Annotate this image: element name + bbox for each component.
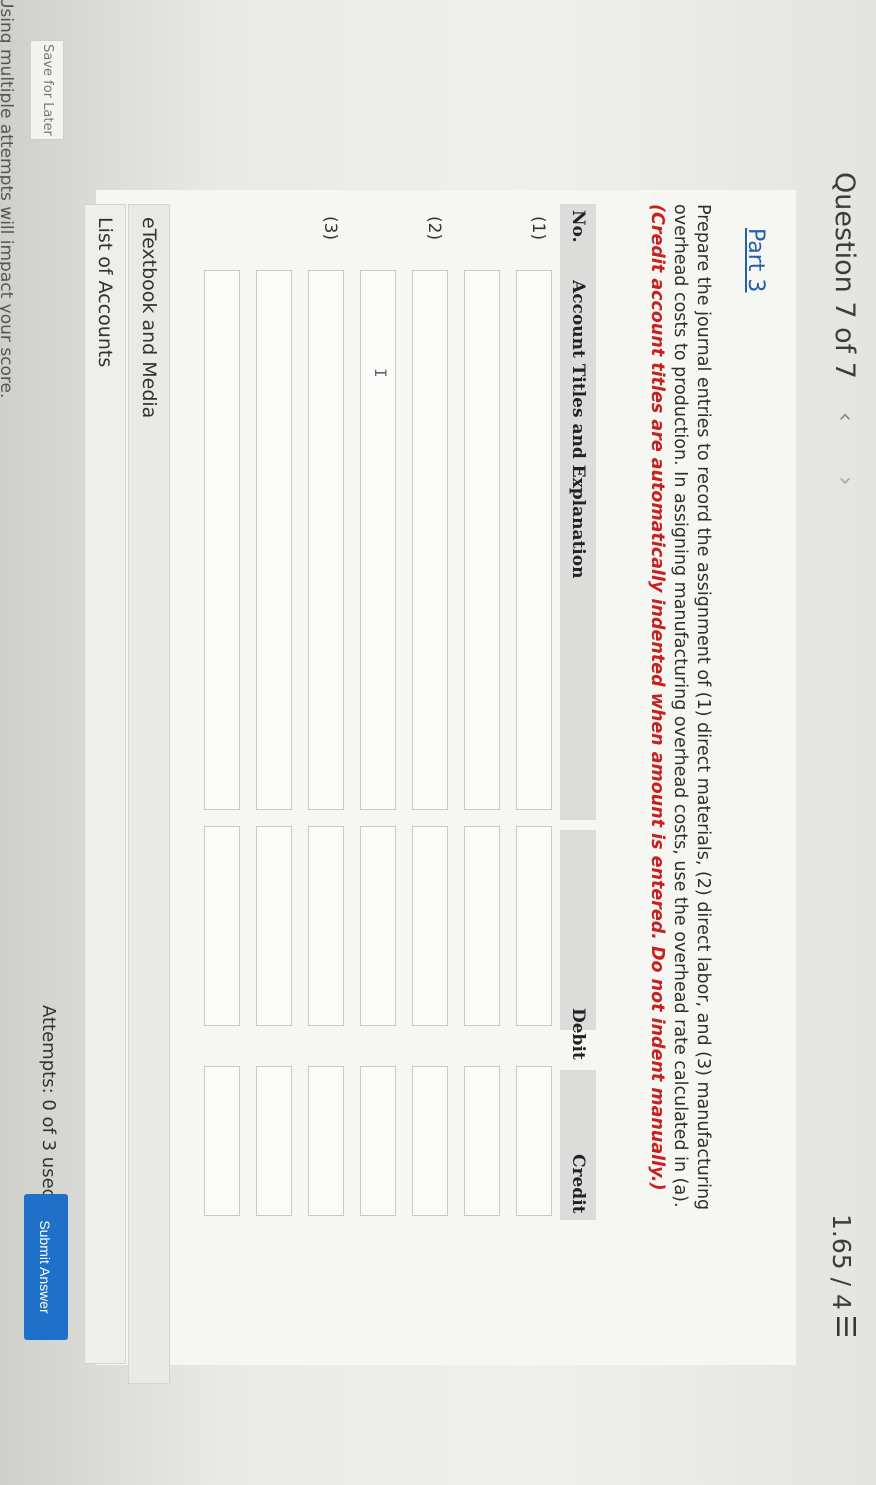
credit-input-2b[interactable] <box>360 1066 396 1216</box>
account-input-1b[interactable] <box>464 270 500 810</box>
account-input-2b[interactable] <box>360 270 396 810</box>
attempts-note: Using multiple attempts will impact your… <box>0 0 16 399</box>
save-for-later-button[interactable]: Save for Later <box>30 40 64 140</box>
header-account: Account Titles and Explanation <box>560 270 596 820</box>
submit-answer-button[interactable]: Submit Answer <box>24 1194 68 1340</box>
row-label-3: (3) <box>320 216 340 241</box>
list-of-accounts-section[interactable]: List of Accounts <box>84 204 126 1364</box>
chevron-right-icon[interactable]: › <box>832 476 860 486</box>
score-display: 1.65 / 4 <box>827 1214 856 1310</box>
screen: Question 7 of 7 ‹ › 1.65 / 4 ☰ Part 3 Pr… <box>0 0 876 1485</box>
list-icon[interactable]: ☰ <box>830 1315 860 1338</box>
question-page: Question 7 of 7 ‹ › 1.65 / 4 ☰ Part 3 Pr… <box>0 0 876 1485</box>
credit-input-3a[interactable] <box>308 1066 344 1216</box>
account-input-1a[interactable] <box>516 270 552 810</box>
header-credit: Credit <box>560 1070 596 1220</box>
account-input-3a[interactable] <box>308 270 344 810</box>
header-debit: Debit <box>560 830 596 1060</box>
instructions-text: Prepare the journal entries to record th… <box>670 204 713 1211</box>
credit-input-3c[interactable] <box>204 1066 240 1216</box>
debit-input-3c[interactable] <box>204 826 240 1026</box>
question-counter: Question 7 of 7 <box>829 172 860 379</box>
header-no: No. <box>560 204 596 270</box>
row-label-2: (2) <box>424 216 444 241</box>
text-cursor-icon: I <box>371 368 390 378</box>
debit-input-2b[interactable] <box>360 826 396 1026</box>
part-title-link[interactable]: Part 3 <box>743 228 768 292</box>
credit-input-2a[interactable] <box>412 1066 448 1216</box>
instructions-warning: (Credit account titles are automatically… <box>647 204 667 1191</box>
etextbook-section[interactable]: eTextbook and Media <box>128 204 170 1384</box>
credit-input-1a[interactable] <box>516 1066 552 1216</box>
debit-input-1a[interactable] <box>516 826 552 1026</box>
account-input-3b[interactable] <box>256 270 292 810</box>
debit-input-1b[interactable] <box>464 826 500 1026</box>
account-input-2a[interactable] <box>412 270 448 810</box>
debit-input-2a[interactable] <box>412 826 448 1026</box>
instructions: Prepare the journal entries to record th… <box>645 204 714 1214</box>
debit-input-3a[interactable] <box>308 826 344 1026</box>
credit-input-1b[interactable] <box>464 1066 500 1216</box>
row-label-1: (1) <box>528 216 548 241</box>
part-card: Part 3 Prepare the journal entries to re… <box>96 190 796 1384</box>
debit-input-3b[interactable] <box>256 826 292 1026</box>
credit-input-3b[interactable] <box>256 1066 292 1216</box>
account-input-3c[interactable] <box>204 270 240 810</box>
attempts-counter: Attempts: 0 of 3 used <box>38 1005 59 1201</box>
chevron-left-icon[interactable]: ‹ <box>832 412 860 422</box>
